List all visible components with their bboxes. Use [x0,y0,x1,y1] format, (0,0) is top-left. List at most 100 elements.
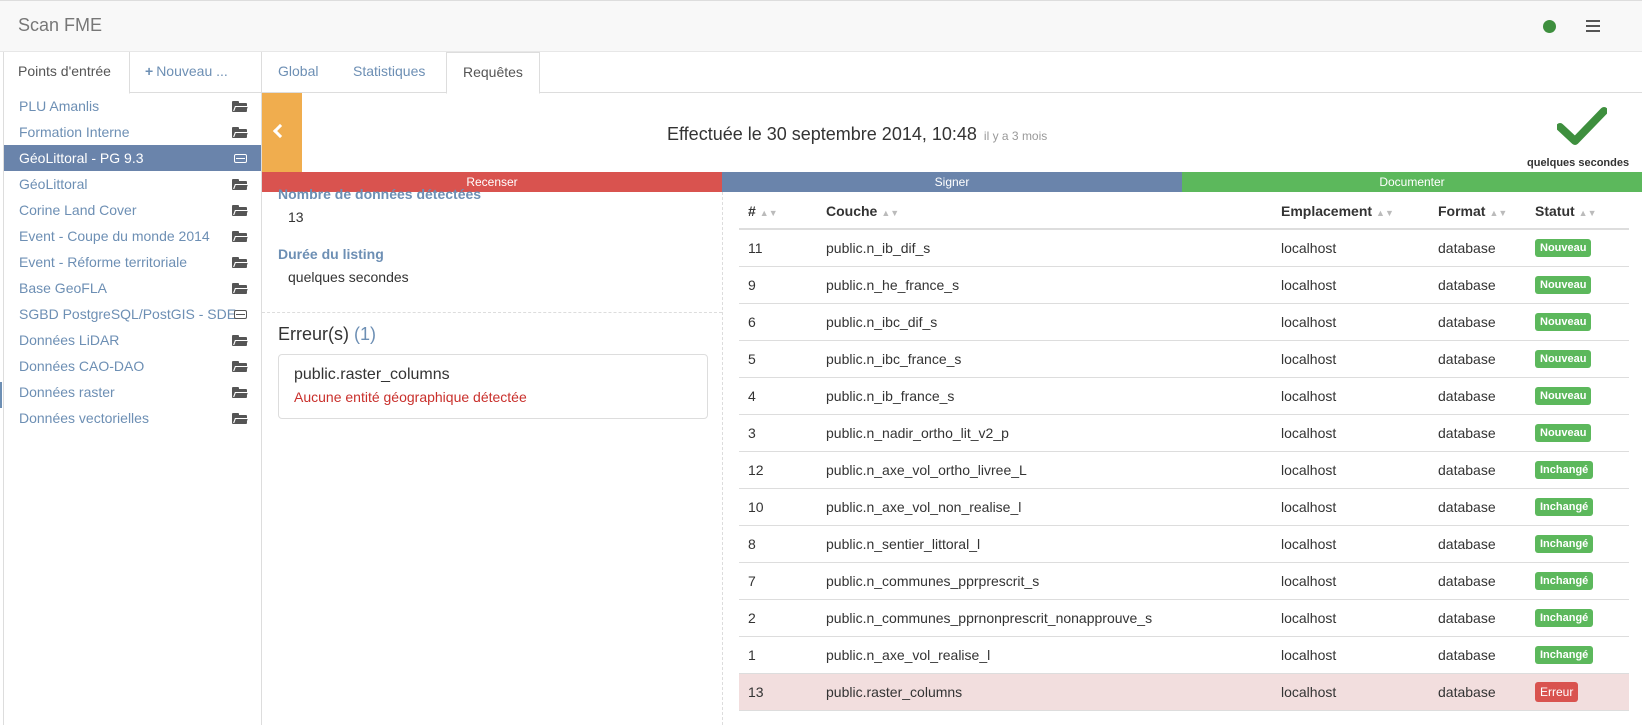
cell-location: localhost [1272,673,1429,711]
cell-id: 12 [739,451,817,489]
cell-id: 8 [739,525,817,563]
table-row[interactable]: 13 public.raster_columns localhost database… [739,673,1629,711]
col-location[interactable]: Emplacement ▲▼ [1272,193,1429,230]
table-row[interactable]: 1 public.n_axe_vol_realise_l localhost data… [739,636,1629,674]
duration-badge: quelques secondes [1527,157,1630,169]
cell-location: localhost [1272,488,1429,526]
entry-item[interactable]: Données CAO-DAO [4,353,261,379]
table-row[interactable]: 4 public.n_ib_france_s localhost database No… [739,377,1629,415]
table-row[interactable]: 2 public.n_communes_pprnonprescrit_nonapp… [739,599,1629,637]
folder-open-icon [232,101,248,112]
tab-statistics[interactable]: Statistiques [337,52,441,94]
errors-label: Erreur(s) [278,324,349,344]
table-row[interactable]: 3 public.n_nadir_ortho_lit_v2_p localhost d… [739,414,1629,452]
scroll-marker [0,382,2,408]
cell-layer: public.raster_columns [817,673,1272,711]
table-row[interactable]: 10 public.n_axe_vol_non_realise_l localhos… [739,488,1629,526]
cell-id: 1 [739,636,817,674]
entry-item[interactable]: GéoLittoral [4,171,261,197]
cell-status: Erreur [1526,673,1629,711]
cell-format: database [1429,525,1526,563]
detected-value: 13 [288,209,304,225]
entry-item[interactable]: Données vectorielles [4,405,261,431]
cell-location: localhost [1272,340,1429,378]
entry-item[interactable]: Formation Interne [4,119,261,145]
cell-id: 3 [739,414,817,452]
status-badge: Inchangé [1535,498,1594,516]
cell-status: Nouveau [1526,229,1629,267]
tab-entry-points[interactable]: Points d'entrée [4,52,130,94]
cell-id: 10 [739,488,817,526]
folder-open-icon [232,335,248,346]
left-tabs: Points d'entrée + Nouveau ... [4,52,263,94]
cell-status: Nouveau [1526,303,1629,341]
table-row[interactable]: 12 public.n_axe_vol_ortho_livree_L localho… [739,451,1629,489]
entry-label: Formation Interne [19,124,130,140]
cell-layer: public.n_ibc_dif_s [817,303,1272,341]
entry-item[interactable]: Données raster [4,379,261,405]
status-badge: Inchangé [1535,535,1594,553]
step-documenter[interactable]: Documenter [1182,172,1642,192]
cell-id: 6 [739,303,817,341]
cell-status: Inchangé [1526,636,1629,674]
cell-layer: public.n_sentier_littoral_l [817,525,1272,563]
entry-label: Données CAO-DAO [19,358,145,374]
entry-label: Données raster [19,384,115,400]
tab-global[interactable]: Global [262,52,334,94]
cell-location: localhost [1272,599,1429,637]
cell-format: database [1429,599,1526,637]
step-signer[interactable]: Signer [722,172,1182,192]
entry-item[interactable]: SGBD PostgreSQL/PostGIS - SDE [4,301,261,327]
table-row[interactable]: 5 public.n_ibc_france_s localhost database N… [739,340,1629,378]
cell-status: Nouveau [1526,414,1629,452]
col-location-label: Emplacement [1281,202,1373,219]
error-item-message: Aucune entité géographique détectée [294,389,527,405]
cell-format: database [1429,673,1526,711]
cell-status: Inchangé [1526,525,1629,563]
table-row[interactable]: 6 public.n_ibc_dif_s localhost database Nouv… [739,303,1629,341]
cell-location: localhost [1272,377,1429,415]
status-badge: Nouveau [1535,313,1592,331]
cell-layer: public.n_he_france_s [817,266,1272,304]
cell-format: database [1429,377,1526,415]
sort-icon: ▲▼ [1489,207,1508,218]
back-button[interactable] [262,93,302,172]
tab-new-entry[interactable]: + Nouveau ... [131,52,263,94]
status-badge: Inchangé [1535,461,1594,479]
entry-item[interactable]: Données LiDAR [4,327,261,353]
col-status[interactable]: Statut ▲▼ [1526,193,1629,230]
entry-item[interactable]: GéoLittoral - PG 9.3 [4,145,261,171]
cell-status: Inchangé [1526,562,1629,600]
entry-item[interactable]: Event - Réforme territoriale [4,249,261,275]
entry-item[interactable]: PLU Amanlis [4,93,261,119]
table-row[interactable]: 11 public.n_ib_dif_s localhost database Nouv… [739,229,1629,267]
table-row[interactable]: 9 public.n_he_france_s localhost database No… [739,266,1629,304]
cell-layer: public.n_nadir_ortho_lit_v2_p [817,414,1272,452]
status-badge: Nouveau [1535,239,1592,258]
status-badge: Inchangé [1535,646,1594,664]
col-layer[interactable]: Couche ▲▼ [817,193,1272,230]
entry-label: Base GeoFLA [19,280,107,296]
entry-item[interactable]: Base GeoFLA [4,275,261,301]
tab-new-label: Nouveau ... [156,63,228,79]
tab-requests[interactable]: Requêtes [446,52,540,94]
hard-drive-icon [234,310,247,319]
table-row[interactable]: 8 public.n_sentier_littoral_l localhost dat… [739,525,1629,563]
folder-open-icon [232,283,248,294]
hamburger-menu-icon[interactable] [1586,20,1600,32]
entry-item[interactable]: Event - Coupe du monde 2014 [4,223,261,249]
top-navbar: Scan FME [0,0,1642,52]
col-id[interactable]: # ▲▼ [739,193,817,230]
app-title[interactable]: Scan FME [18,15,102,36]
cell-layer: public.n_communes_pprprescrit_s [817,562,1272,600]
entry-item[interactable]: Corine Land Cover [4,197,261,223]
cell-status: Inchangé [1526,451,1629,489]
status-badge: Nouveau [1535,276,1592,294]
col-format-label: Format [1438,202,1486,219]
status-badge: Inchangé [1535,609,1594,627]
table-row[interactable]: 7 public.n_communes_pprprescrit_s localhos… [739,562,1629,600]
cell-location: localhost [1272,229,1429,267]
cell-layer: public.n_communes_pprnonprescrit_nonappr… [817,599,1272,637]
col-format[interactable]: Format ▲▼ [1429,193,1526,230]
cell-id: 2 [739,599,817,637]
